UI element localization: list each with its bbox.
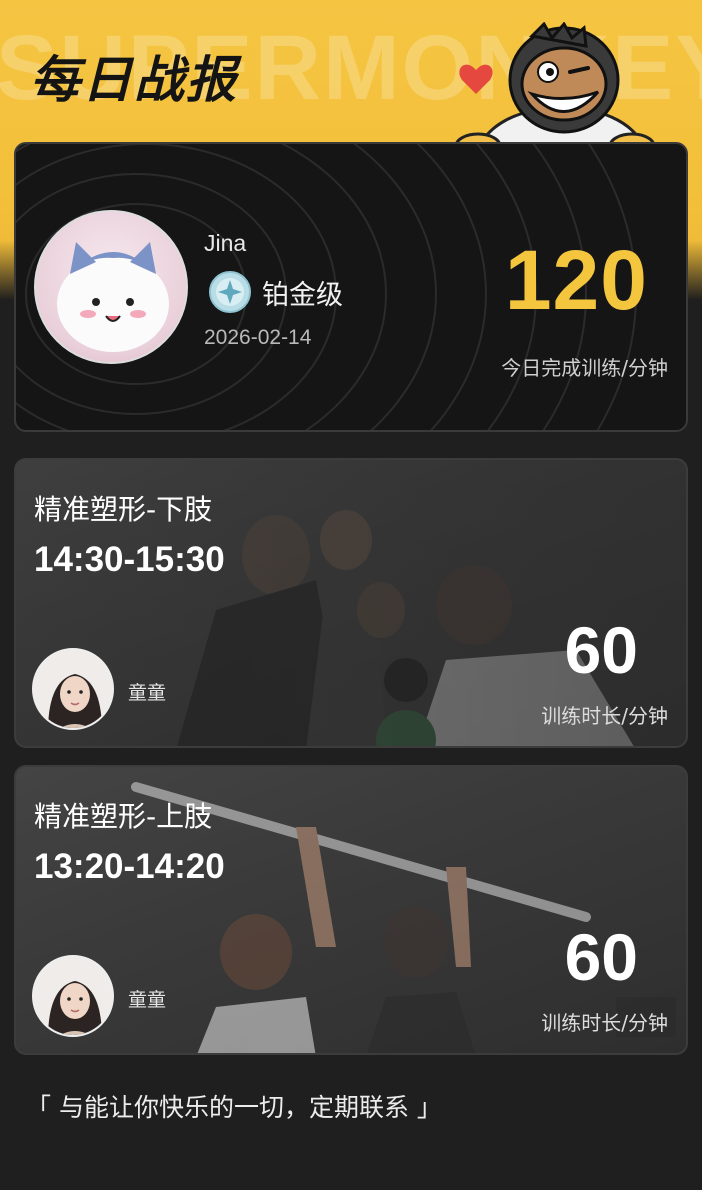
level-label: 铂金级 (262, 280, 343, 311)
footer-quote: 「 与能让你快乐的一切，定期联系 」 (26, 1093, 442, 1122)
class-title: 精准塑形-下肢 (34, 493, 213, 526)
coach-name: 童童 (128, 989, 167, 1011)
class-card-upper-body[interactable]: 精准塑形-上肢 13:20-14:20 童童 60 训练时长/分钟 (14, 765, 688, 1055)
total-minutes-value: 120 (504, 233, 648, 327)
avatar-image (57, 242, 169, 352)
coach-avatar[interactable] (32, 955, 114, 1037)
user-name: Jina (204, 230, 247, 256)
avatar[interactable] (34, 210, 188, 364)
platinum-badge-icon (209, 271, 251, 313)
class-card-lower-body[interactable]: 精准塑形-下肢 14:30-15:30 童童 60 训练时长/分钟 (14, 458, 688, 748)
class-time: 14:30-15:30 (34, 540, 225, 579)
page-title: 每日战报 (30, 51, 238, 109)
class-time: 13:20-14:20 (34, 847, 225, 886)
class-title: 精准塑形-上肢 (34, 800, 213, 833)
duration-caption: 训练时长/分钟 (541, 704, 668, 728)
duration-value: 60 (564, 613, 638, 687)
profile-card: Jina 铂金级 2026-02-14 120 今日完成训练/分钟 (14, 142, 688, 432)
duration-value: 60 (564, 920, 638, 994)
coach-name: 童童 (128, 682, 167, 704)
coach-avatar[interactable] (32, 648, 114, 730)
heart-icon (459, 64, 493, 94)
total-minutes-caption: 今日完成训练/分钟 (501, 356, 668, 380)
report-date: 2026-02-14 (204, 326, 312, 349)
duration-caption: 训练时长/分钟 (541, 1011, 668, 1035)
